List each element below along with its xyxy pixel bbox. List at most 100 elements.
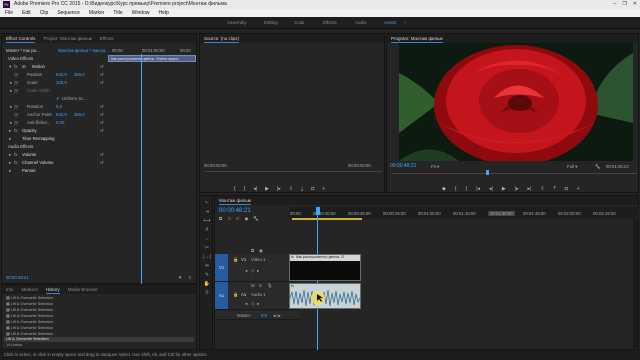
- master-volume-value[interactable]: 0,0: [261, 313, 267, 318]
- export-frame-icon[interactable]: ◘: [311, 186, 314, 192]
- program-video-frame[interactable]: [399, 43, 633, 161]
- master-clip-label[interactable]: Master * Как ра...: [6, 48, 40, 53]
- step-back-icon[interactable]: ◂|: [489, 186, 493, 192]
- program-timecode[interactable]: 00:00:48:21: [390, 163, 416, 169]
- volume-reset-icon[interactable]: ↺: [100, 152, 104, 158]
- tab-effect-controls[interactable]: Effect Controls: [6, 34, 36, 43]
- antiflicker-stopwatch-icon[interactable]: ◷: [14, 120, 18, 126]
- scale-width-expand-icon[interactable]: ▸: [10, 88, 12, 94]
- menu-edit[interactable]: Edit: [22, 9, 31, 17]
- panner-expand-icon[interactable]: ▸: [9, 168, 11, 174]
- mark-out-icon[interactable]: }: [466, 186, 468, 192]
- ec-export-icon[interactable]: ⇪: [188, 275, 192, 281]
- razor-tool-icon[interactable]: ✂: [203, 245, 211, 251]
- work-area-bar[interactable]: [292, 218, 362, 220]
- tab-project[interactable]: Project: Монтаж фильм: [43, 34, 91, 43]
- position-stopwatch-icon[interactable]: ◷: [14, 72, 18, 78]
- toggle-sync-icon[interactable]: ⧉: [251, 248, 254, 253]
- ec-clip-bar[interactable]: Как распускается цветок. Очень краси: [108, 55, 196, 62]
- rotation-stopwatch-icon[interactable]: ◷: [14, 104, 18, 110]
- menu-file[interactable]: File: [5, 9, 13, 17]
- extract-icon[interactable]: ⤒: [554, 186, 556, 192]
- source-add-button-icon[interactable]: +: [322, 186, 325, 192]
- anchor-x-value[interactable]: 640,0: [56, 112, 67, 117]
- keyframe-prev-icon[interactable]: ◂: [245, 268, 247, 274]
- keyframe-next-icon[interactable]: ▸: [257, 268, 259, 274]
- linked-select-icon[interactable]: ⊂: [236, 216, 240, 222]
- antiflicker-reset-icon[interactable]: ↺: [100, 120, 104, 126]
- tab-markers[interactable]: Markers: [22, 285, 38, 294]
- step-forward-icon[interactable]: |▸: [277, 186, 281, 192]
- position-reset-icon[interactable]: ↺: [100, 72, 104, 78]
- slip-tool-icon[interactable]: |↔|: [203, 254, 211, 260]
- source-timecode-out[interactable]: 00:00:00:00: [348, 163, 371, 168]
- menu-help[interactable]: Help: [158, 9, 168, 17]
- insert-icon[interactable]: ⇩: [289, 186, 293, 192]
- video-clip[interactable]: fx Как распускается цветок. О: [289, 254, 361, 281]
- sequence-clip-label[interactable]: Монтаж фильм * Как ра...: [58, 48, 109, 53]
- history-item[interactable]: ▦ Lift & Overwrite Selection: [6, 313, 53, 318]
- program-add-button-icon[interactable]: +: [577, 186, 580, 192]
- mark-in-icon[interactable]: {: [234, 186, 236, 192]
- maximize-icon[interactable]: ❐: [622, 0, 626, 9]
- toggle-output-eye-icon[interactable]: ◉: [259, 248, 263, 254]
- source-scrub-bar[interactable]: [204, 171, 382, 172]
- menu-marker[interactable]: Marker: [89, 9, 105, 17]
- position-y-value[interactable]: 360,0: [74, 72, 85, 77]
- tab-media-browser[interactable]: Media Browser: [68, 285, 98, 294]
- channel-volume-expand-icon[interactable]: ▸: [9, 160, 11, 166]
- timeline-vertical-scrollbar[interactable]: [633, 220, 638, 348]
- fx-badge[interactable]: fx: [14, 64, 17, 69]
- tab-source[interactable]: Source: (no clips): [204, 34, 240, 43]
- program-settings-icon[interactable]: 🔧: [595, 164, 600, 170]
- channel-volume-fx-badge[interactable]: fx: [14, 160, 17, 165]
- position-x-value[interactable]: 640,0: [56, 72, 67, 77]
- history-item[interactable]: ▦ Lift & Overwrite Selection: [6, 325, 53, 330]
- motion-expand-icon[interactable]: ▾: [9, 64, 11, 70]
- scale-expand-icon[interactable]: ▸: [10, 80, 12, 86]
- ec-playhead[interactable]: [141, 54, 142, 284]
- menu-clip[interactable]: Clip: [40, 9, 49, 17]
- ec-timecode[interactable]: 00:00:48:21: [6, 275, 29, 280]
- snap-icon[interactable]: ⊃: [227, 216, 231, 222]
- master-keyframe-icon[interactable]: ◂◇▸: [273, 313, 281, 319]
- tab-effects[interactable]: Effects: [100, 34, 114, 43]
- source-timecode-in[interactable]: 00:00:00:00: [204, 163, 227, 168]
- workspace-assembly[interactable]: Assembly: [227, 20, 247, 25]
- play-icon[interactable]: ▶: [265, 186, 269, 192]
- history-item[interactable]: ▦ Lift & Overwrite Selection: [6, 319, 53, 324]
- step-back-icon[interactable]: ◂|: [253, 186, 257, 192]
- track-target-v1[interactable]: V1: [241, 257, 246, 262]
- motion-transform-icon[interactable]: ⊞: [22, 64, 26, 70]
- menu-window[interactable]: Window: [132, 9, 150, 17]
- timeline-timecode[interactable]: 00:00:48:21: [219, 208, 251, 214]
- rotation-expand-icon[interactable]: ▸: [10, 104, 12, 110]
- volume-fx-badge[interactable]: fx: [14, 152, 17, 157]
- minimize-icon[interactable]: ─: [613, 0, 617, 9]
- close-icon[interactable]: ✕: [633, 0, 637, 9]
- time-remap-expand-icon[interactable]: ▸: [9, 136, 11, 142]
- tab-sequence[interactable]: Монтаж фильм: [219, 196, 251, 205]
- volume-expand-icon[interactable]: ▸: [9, 152, 11, 158]
- anchor-reset-icon[interactable]: ↺: [100, 112, 104, 118]
- export-frame-icon[interactable]: ◘: [565, 186, 568, 192]
- mark-out-icon[interactable]: }: [244, 186, 246, 192]
- go-to-in-icon[interactable]: |◂: [476, 186, 480, 192]
- track-target-a1[interactable]: A1: [241, 292, 246, 297]
- source-patch-v1[interactable]: V1: [215, 254, 228, 281]
- play-icon[interactable]: ▶: [502, 186, 506, 192]
- timeline-playhead-handle[interactable]: [316, 207, 320, 215]
- workspace-audio[interactable]: Audio: [355, 20, 367, 25]
- hand-tool-icon[interactable]: ✋: [203, 281, 211, 287]
- history-item[interactable]: ▦ Lift & Overwrite Selection: [6, 331, 53, 336]
- tab-info[interactable]: Info: [6, 285, 14, 294]
- sync-lock-icon[interactable]: 🔒: [233, 257, 238, 263]
- antiflicker-value[interactable]: 0,00: [56, 120, 64, 125]
- step-forward-icon[interactable]: |▸: [515, 186, 519, 192]
- scale-value[interactable]: 100,0: [56, 80, 67, 85]
- history-item[interactable]: ▦ Lift & Overwrite Selection: [6, 301, 53, 306]
- scale-width-stopwatch-icon[interactable]: ◷: [14, 88, 18, 94]
- ripple-edit-tool-icon[interactable]: ⟷: [203, 218, 211, 224]
- pen-tool-icon[interactable]: ✎: [203, 272, 211, 278]
- rate-stretch-tool-icon[interactable]: ↔: [203, 236, 211, 242]
